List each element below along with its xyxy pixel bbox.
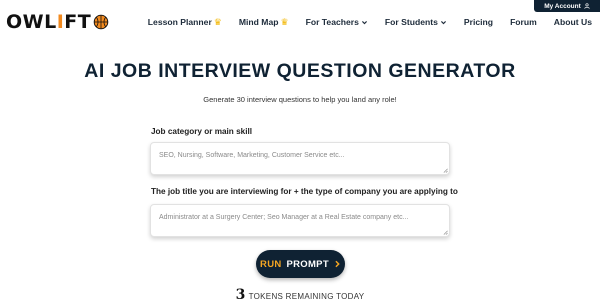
run-label: RUN bbox=[260, 258, 282, 270]
crown-icon: ♛ bbox=[213, 16, 222, 27]
owlift-logo[interactable]: OWL I FT bbox=[6, 11, 109, 33]
run-prompt-button[interactable]: RUN PROMPT bbox=[256, 250, 345, 278]
resize-handle-icon[interactable] bbox=[443, 168, 448, 173]
crown-icon: ♛ bbox=[280, 16, 289, 27]
job-title-label: The job title you are interviewing for +… bbox=[151, 187, 458, 196]
chevron-down-icon bbox=[361, 20, 367, 24]
logo-arrow-i: I bbox=[56, 11, 65, 33]
tokens-text: TOKENS REMAINING TODAY bbox=[248, 292, 365, 301]
job-category-label: Job category or main skill bbox=[151, 127, 253, 136]
nav-about-us[interactable]: About Us bbox=[554, 17, 592, 27]
user-icon bbox=[584, 3, 590, 9]
job-category-placeholder: SEO, Nursing, Software, Marketing, Custo… bbox=[159, 152, 345, 159]
my-account-label: My Account bbox=[544, 2, 581, 10]
nav-for-students[interactable]: For Students bbox=[385, 17, 447, 27]
resize-handle-icon[interactable] bbox=[443, 230, 448, 235]
job-title-input[interactable]: Administrator at a Surgery Center; Seo M… bbox=[150, 204, 450, 237]
tokens-count: 3 bbox=[235, 287, 246, 303]
site-header: OWL I FT Lesson Planner ♛ Mind Map ♛ For T… bbox=[6, 10, 592, 34]
tokens-remaining: 3 TOKENS REMAINING TODAY bbox=[0, 287, 600, 303]
page-subtitle: Generate 30 interview questions to help … bbox=[203, 95, 397, 104]
nav-forum[interactable]: Forum bbox=[510, 17, 537, 27]
nav-for-teachers[interactable]: For Teachers bbox=[306, 17, 368, 27]
page-title: AI JOB INTERVIEW QUESTION GENERATOR bbox=[84, 60, 516, 82]
chevron-down-icon bbox=[440, 20, 446, 24]
prompt-label: PROMPT bbox=[286, 258, 329, 270]
nav-lesson-planner[interactable]: Lesson Planner ♛ bbox=[148, 17, 222, 28]
job-category-input[interactable]: SEO, Nursing, Software, Marketing, Custo… bbox=[150, 142, 450, 175]
nav-pricing[interactable]: Pricing bbox=[464, 17, 493, 27]
nav-mind-map[interactable]: Mind Map ♛ bbox=[239, 17, 289, 28]
main-nav: Lesson Planner ♛ Mind Map ♛ For Teachers… bbox=[148, 17, 592, 28]
basketball-icon bbox=[93, 14, 109, 30]
chevron-right-icon bbox=[335, 260, 340, 268]
job-title-placeholder: Administrator at a Surgery Center; Seo M… bbox=[159, 214, 409, 221]
